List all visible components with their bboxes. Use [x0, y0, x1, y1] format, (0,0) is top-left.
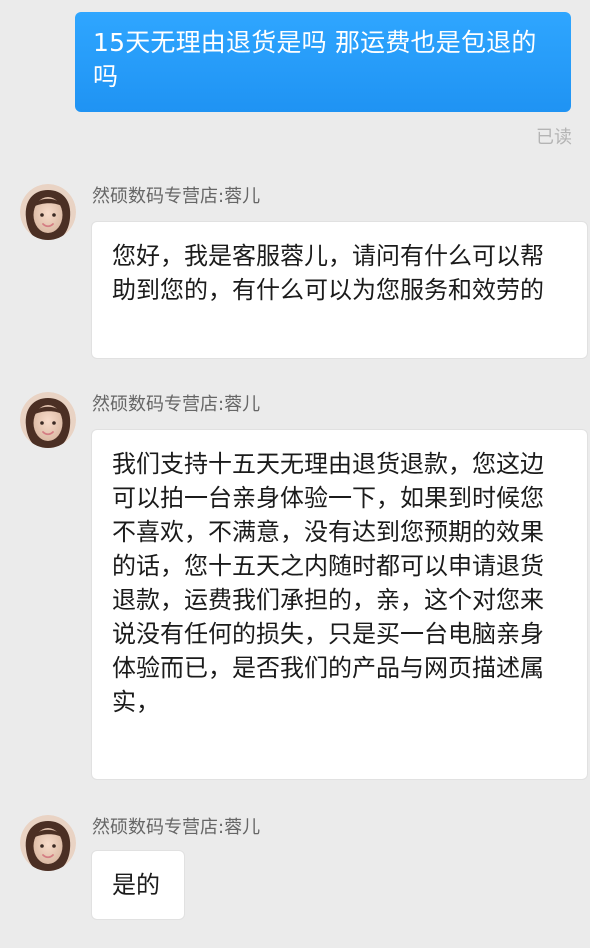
agent-avatar-icon[interactable]	[20, 392, 76, 448]
sender-name: 然硕数码专营店:蓉儿	[92, 394, 261, 415]
incoming-message-text: 是的	[112, 871, 160, 899]
read-status: 已读	[536, 127, 572, 148]
sender-name: 然硕数码专营店:蓉儿	[92, 817, 261, 838]
incoming-message-text: 您好，我是客服蓉儿，请问有什么可以帮助到您的，有什么可以为您服务和效劳的	[112, 242, 544, 304]
outgoing-message-bubble[interactable]: 15天无理由退货是吗 那运费也是包退的吗	[75, 12, 571, 112]
incoming-message-bubble[interactable]: 您好，我是客服蓉儿，请问有什么可以帮助到您的，有什么可以为您服务和效劳的	[91, 221, 588, 359]
agent-avatar-icon[interactable]	[20, 184, 76, 240]
incoming-message-bubble[interactable]: 是的	[91, 850, 185, 920]
sender-name: 然硕数码专营店:蓉儿	[92, 186, 261, 207]
outgoing-message-text: 15天无理由退货是吗 那运费也是包退的吗	[93, 28, 537, 91]
incoming-message-text: 我们支持十五天无理由退货退款，您这边可以拍一台亲身体验一下，如果到时候您不喜欢，…	[112, 450, 544, 716]
agent-avatar-icon[interactable]	[20, 815, 76, 871]
incoming-message-bubble[interactable]: 我们支持十五天无理由退货退款，您这边可以拍一台亲身体验一下，如果到时候您不喜欢，…	[91, 429, 588, 780]
